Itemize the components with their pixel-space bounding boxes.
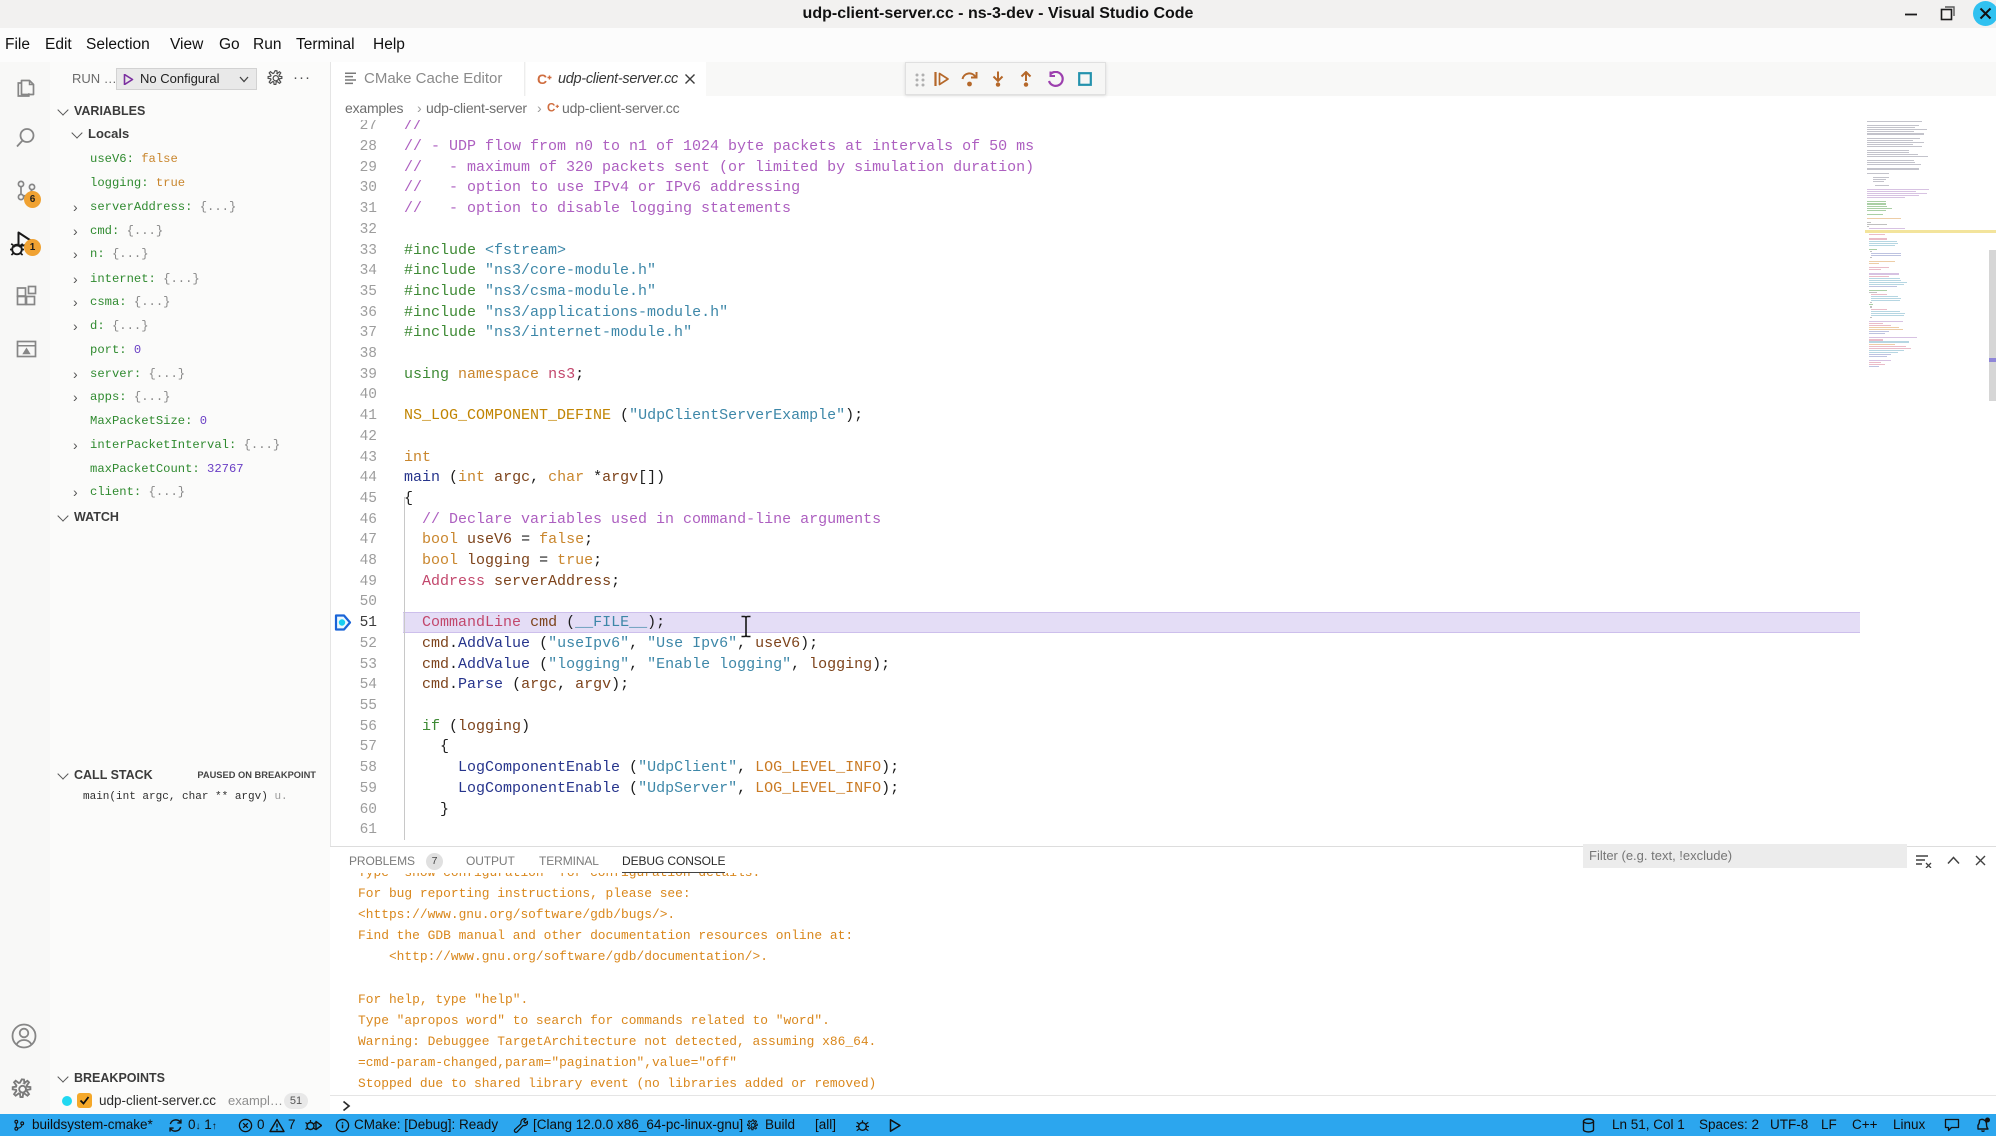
svg-text:C: C [547, 103, 555, 115]
svg-text:C: C [537, 71, 547, 87]
